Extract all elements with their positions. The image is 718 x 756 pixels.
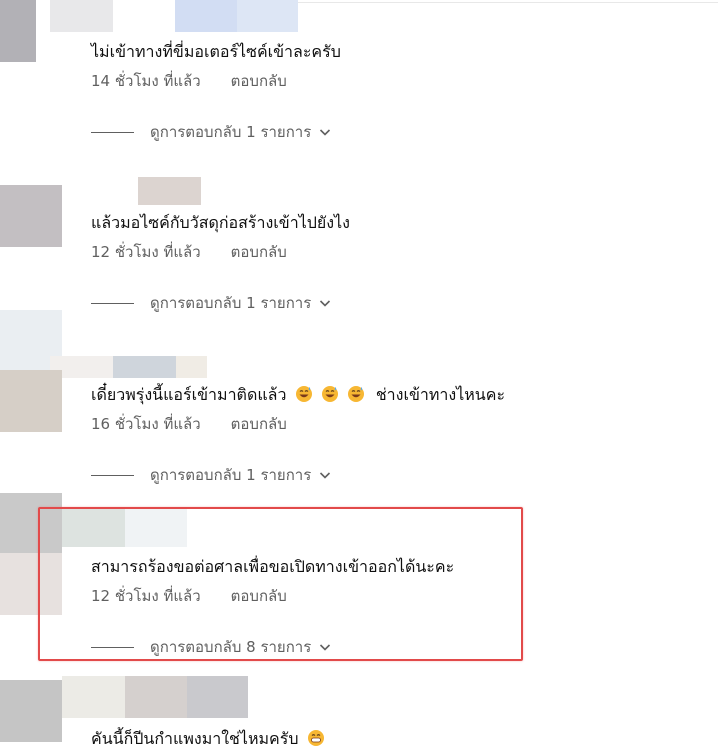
view-replies-label: ดูการตอบกลับ 1 รายการ (150, 466, 312, 484)
comment-time: 12 ชั่วโมง ที่แล้ว (91, 243, 201, 261)
blurred-name-block (125, 676, 187, 718)
chevron-down-icon (320, 300, 331, 307)
highlight-box (38, 507, 523, 661)
comment-meta: 14 ชั่วโมง ที่แล้ว ตอบกลับ (91, 69, 287, 93)
grinning-sweat-emoji-icon (295, 386, 312, 402)
view-replies-button[interactable]: ดูการตอบกลับ 1 รายการ (91, 120, 333, 144)
chevron-down-icon (320, 129, 331, 136)
comment-text-continued: ช่างเข้าทางไหนคะ (375, 385, 506, 404)
blurred-name-block (237, 0, 298, 32)
comment-time: 16 ชั่วโมง ที่แล้ว (91, 415, 201, 433)
grinning-teeth-emoji-icon (307, 730, 324, 746)
reply-button[interactable]: ตอบกลับ (231, 243, 287, 261)
divider (298, 2, 718, 3)
comment-text: แล้วมอไซค์กับวัสดุก่อสร้างเข้าไปยังไง (91, 213, 350, 232)
view-replies-label: ดูการตอบกลับ 1 รายการ (150, 123, 312, 141)
comment-meta: 12 ชั่วโมง ที่แล้ว ตอบกลับ (91, 240, 287, 264)
blurred-name-block (176, 356, 207, 378)
blurred-name-block (50, 0, 113, 32)
chevron-down-icon (320, 472, 331, 479)
comment-time: 14 ชั่วโมง ที่แล้ว (91, 72, 201, 90)
blurred-name-block (187, 676, 248, 718)
grinning-sweat-emoji-icon (321, 386, 338, 402)
reply-button[interactable]: ตอบกลับ (231, 415, 287, 433)
blurred-name-block (113, 356, 176, 378)
comment-text-line: เดี๋ยวพรุ่งนี้แอร์เข้ามาติดแล้ว ช่างเข้า… (91, 383, 505, 408)
reply-button[interactable]: ตอบกลับ (231, 72, 287, 90)
blurred-name-block (175, 0, 237, 32)
replies-dash (91, 302, 134, 304)
view-replies-button[interactable]: ดูการตอบกลับ 1 รายการ (91, 463, 333, 487)
view-replies-button[interactable]: ดูการตอบกลับ 1 รายการ (91, 291, 333, 315)
blurred-name-block (62, 676, 125, 718)
grinning-sweat-emoji-icon (347, 386, 364, 402)
comment-text-line: คันนี้ก็ปีนกำแพงมาใช่ไหมครับ (91, 727, 325, 752)
avatar (0, 370, 62, 432)
comment-text: คันนี้ก็ปีนกำแพงมาใช่ไหมครับ (91, 729, 299, 748)
view-replies-label: ดูการตอบกลับ 1 รายการ (150, 294, 312, 312)
avatar (0, 680, 62, 742)
comment-meta: 16 ชั่วโมง ที่แล้ว ตอบกลับ (91, 412, 287, 436)
avatar (0, 185, 62, 247)
comment-text: เดี๋ยวพรุ่งนี้แอร์เข้ามาติดแล้ว (91, 385, 287, 404)
comment-text: ไม่เข้าทางที่ขี่มอเตอร์ไซค์เข้าละครับ (91, 42, 341, 61)
replies-dash (91, 131, 134, 133)
avatar (0, 0, 36, 62)
blurred-name-block (138, 177, 201, 205)
replies-dash (91, 474, 134, 476)
